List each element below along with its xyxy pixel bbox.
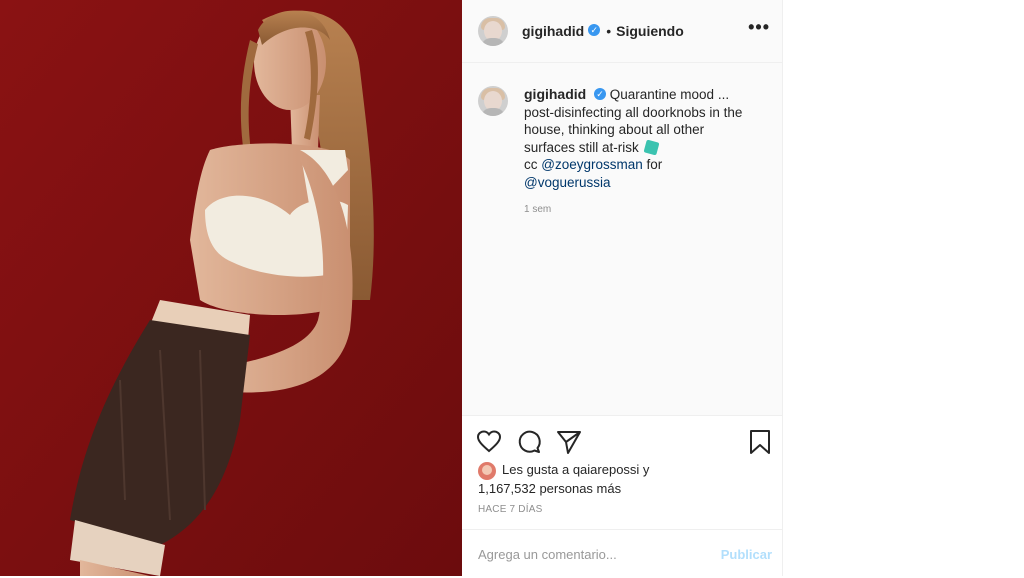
liker-avatar[interactable] (478, 461, 496, 480)
post-header: gigihadid ✓ • Siguiendo ••• (462, 0, 782, 63)
page-background (783, 0, 1024, 576)
post-timestamp[interactable]: HACE 7 DÍAS (478, 504, 542, 515)
caption-text: gigihadid ✓ Quarantine mood ... post-dis… (524, 86, 754, 219)
comment-icon[interactable] (516, 429, 542, 455)
publish-button[interactable]: Publicar (721, 547, 772, 562)
caption-author-avatar[interactable] (478, 86, 508, 116)
comment-input[interactable] (476, 541, 700, 567)
caption-age[interactable]: 1 sem (524, 201, 754, 219)
author-username[interactable]: gigihadid (522, 23, 584, 39)
comment-bar: Publicar (462, 529, 782, 578)
heart-icon[interactable] (476, 429, 502, 455)
author-avatar[interactable] (478, 16, 508, 46)
separator-dot: • (606, 23, 612, 39)
likes-summary[interactable]: Les gusta a qaiarepossi y 1,167,532 pers… (478, 461, 758, 498)
verified-badge-icon: ✓ (588, 24, 601, 36)
caption-username[interactable]: gigihadid (524, 86, 586, 102)
caption-cc: cc (524, 157, 538, 172)
post-photo[interactable] (0, 0, 462, 576)
likes-line1: Les gusta a qaiarepossi y (502, 462, 650, 477)
follow-status-button[interactable]: Siguiendo (616, 23, 684, 39)
gem-emoji-icon (643, 139, 660, 156)
caption-block: gigihadid ✓ Quarantine mood ... post-dis… (478, 86, 768, 219)
mention-link[interactable]: @zoeygrossman (541, 157, 643, 172)
share-icon[interactable] (556, 429, 582, 455)
more-options-icon[interactable]: ••• (748, 18, 770, 36)
mention-link[interactable]: @voguerussia (524, 175, 611, 190)
likes-count[interactable]: 1,167,532 personas más (478, 481, 621, 496)
caption-verified-badge-icon: ✓ (593, 88, 606, 101)
post-panel: gigihadid ✓ • Siguiendo ••• gigihadid ✓ … (462, 0, 783, 578)
caption-for: for (646, 157, 663, 172)
bookmark-icon[interactable] (748, 429, 772, 455)
action-icons (476, 429, 582, 455)
photo-illustration (0, 0, 462, 576)
post-actions-area: Les gusta a qaiarepossi y 1,167,532 pers… (462, 415, 782, 578)
